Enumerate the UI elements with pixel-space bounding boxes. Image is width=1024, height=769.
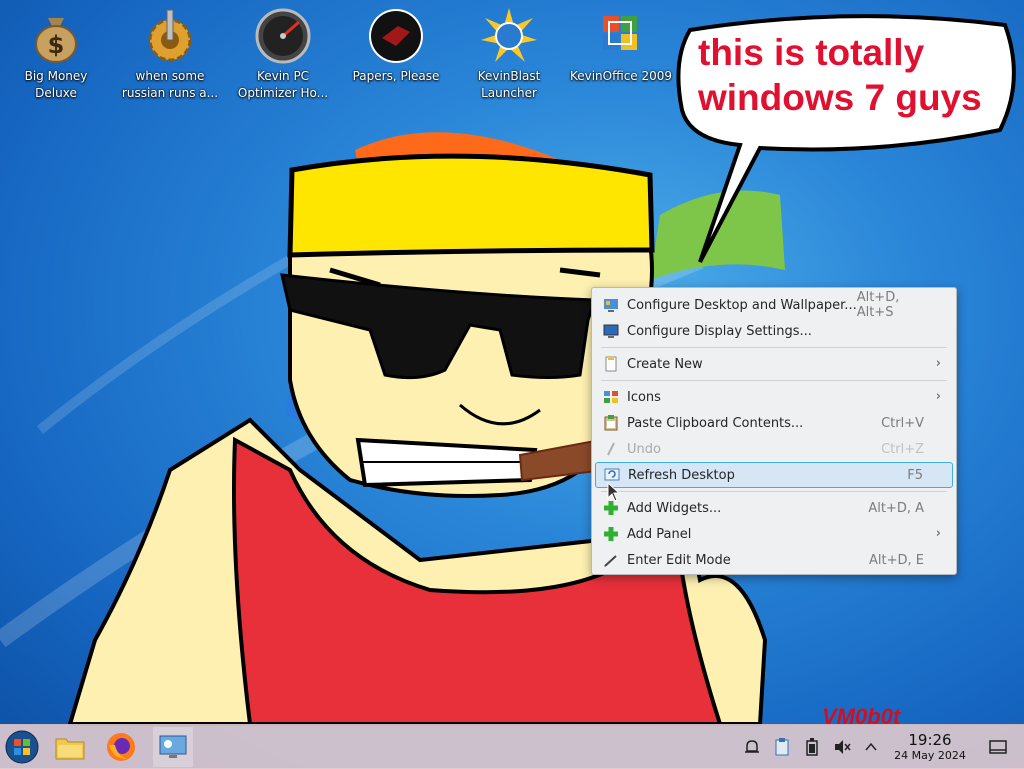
menu-item-configure-desktop[interactable]: Configure Desktop and Wallpaper... Alt+D… [595, 290, 953, 320]
menu-item-enter-edit-mode[interactable]: Enter Edit Mode Alt+D, E [595, 547, 953, 573]
office-icon [593, 8, 649, 64]
speech-bubble-text: this is totally windows 7 guys [698, 32, 982, 118]
menu-item-refresh-desktop[interactable]: Refresh Desktop F5 [595, 462, 953, 488]
firefox-icon [107, 733, 135, 761]
desktop-icon-label: Kevin PC Optimizer Ho... [237, 69, 329, 100]
menu-item-create-new[interactable]: Create New › [595, 351, 953, 377]
menu-separator [601, 380, 947, 381]
file-manager-icon [55, 738, 85, 760]
notifications-icon[interactable] [742, 737, 762, 757]
start-button[interactable] [2, 727, 42, 767]
desktop-icon-papers-please[interactable]: Papers, Please [341, 0, 451, 85]
desktop-icon-big-money-deluxe[interactable]: $ Big Money Deluxe [1, 0, 111, 102]
desktop-icon-kevinoffice[interactable]: KevinOffice 2009 [566, 0, 676, 85]
desktop[interactable]: this is totally windows 7 guys VM0b0t $ … [0, 0, 1024, 768]
menu-item-paste-clipboard[interactable]: Paste Clipboard Contents... Ctrl+V [595, 410, 953, 436]
desktop-icon-russian[interactable]: when some russian runs a... [115, 0, 225, 102]
create-new-icon [603, 356, 619, 372]
show-desktop-icon[interactable] [988, 737, 1008, 757]
submenu-arrow-icon: › [935, 389, 941, 404]
globe-burst-icon [481, 8, 537, 64]
system-settings-icon [159, 735, 187, 758]
desktop-icon-label: Papers, Please [352, 69, 440, 83]
speedometer-icon [255, 8, 311, 64]
desktop-icon-kevin-pc-optimizer[interactable]: Kevin PC Optimizer Ho... [228, 0, 338, 102]
money-bag-icon: $ [28, 8, 84, 64]
menu-item-icons[interactable]: Icons › [595, 384, 953, 410]
desktop-context-menu: Configure Desktop and Wallpaper... Alt+D… [591, 287, 957, 575]
system-settings-button[interactable] [153, 727, 193, 767]
icons-view-icon [603, 389, 619, 405]
refresh-icon [604, 467, 620, 483]
mouse-cursor-icon [607, 482, 621, 502]
file-manager-button[interactable] [50, 727, 90, 767]
clock-time: 19:26 [908, 731, 952, 749]
menu-item-add-panel[interactable]: Add Panel › [595, 521, 953, 547]
undo-icon [603, 441, 619, 457]
display-icon [603, 323, 619, 339]
svg-text:$: $ [48, 31, 65, 59]
volume-muted-icon[interactable] [832, 737, 852, 757]
menu-item-configure-display[interactable]: Configure Display Settings... [595, 318, 953, 344]
menu-separator [601, 491, 947, 492]
show-hidden-icon[interactable] [861, 737, 881, 757]
add-icon [603, 526, 619, 542]
submenu-arrow-icon: › [935, 526, 941, 541]
desktop-icon-label: when some russian runs a... [121, 69, 219, 100]
start-orb-icon [5, 730, 39, 764]
menu-item-undo: Undo Ctrl+Z [595, 436, 953, 462]
desktop-icon-label: KevinBlast Launcher [477, 69, 541, 100]
menu-item-add-widgets[interactable]: Add Widgets... Alt+D, A [595, 495, 953, 521]
clock[interactable]: 19:26 24 May 2024 [886, 731, 974, 763]
clipboard-tray-icon[interactable] [772, 737, 792, 757]
desktop-icon-label: Big Money Deluxe [24, 69, 88, 100]
clock-date: 24 May 2024 [894, 749, 966, 762]
add-icon [603, 500, 619, 516]
battery-icon[interactable] [802, 737, 822, 757]
configure-desktop-icon [603, 297, 619, 313]
clipboard-icon [603, 415, 619, 431]
gear-icon [142, 8, 198, 64]
papers-please-icon [368, 8, 424, 64]
taskbar: 19:26 24 May 2024 [0, 724, 1024, 769]
edit-mode-icon [603, 552, 619, 568]
submenu-arrow-icon: › [935, 356, 941, 371]
desktop-icon-label: KevinOffice 2009 [569, 69, 673, 83]
menu-separator [601, 347, 947, 348]
firefox-button[interactable] [101, 727, 141, 767]
desktop-icon-kevinblast[interactable]: KevinBlast Launcher [454, 0, 564, 102]
